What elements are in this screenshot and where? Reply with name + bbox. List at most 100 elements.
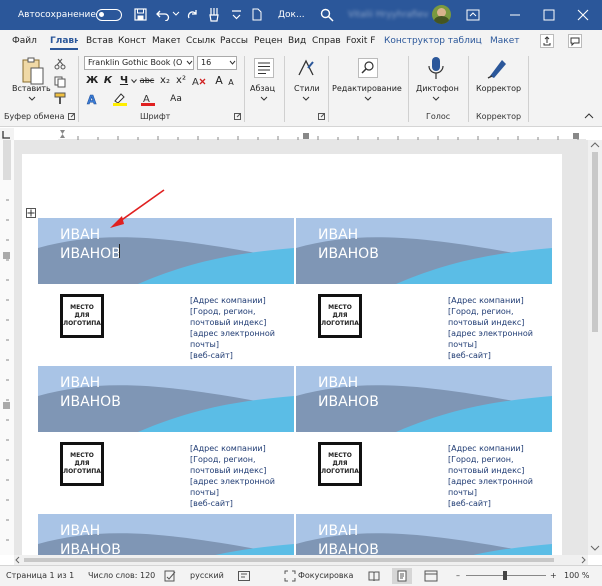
paragraph-dropdown-icon[interactable]: [260, 96, 268, 102]
font-color-icon[interactable]: A: [140, 92, 156, 106]
subscript-button[interactable]: x₂: [158, 74, 172, 88]
dictate-label[interactable]: Диктофон: [416, 84, 459, 93]
tab-layout[interactable]: Макет: [152, 30, 180, 52]
card-name[interactable]: ИВАН ИВАНОВ: [318, 374, 379, 412]
clear-formatting-icon[interactable]: A: [192, 75, 206, 87]
font-name-dropdown-icon[interactable]: [186, 60, 193, 66]
web-layout-icon[interactable]: [424, 570, 438, 582]
vertical-ruler[interactable]: [0, 140, 15, 555]
tab-help[interactable]: Справ: [312, 30, 342, 52]
paste-label[interactable]: Вставить: [12, 84, 51, 93]
paste-dropdown-icon[interactable]: [28, 96, 36, 102]
editor-label[interactable]: Корректор: [476, 84, 521, 93]
highlight-icon[interactable]: [112, 92, 128, 106]
ribbon-display-options-icon[interactable]: [466, 8, 480, 22]
zoom-slider-thumb[interactable]: [503, 571, 507, 580]
tab-foxit[interactable]: Foxit F: [346, 30, 380, 52]
focus-mode[interactable]: Фокусировка: [298, 566, 353, 586]
page-count[interactable]: Страница 1 из 1: [6, 566, 74, 586]
read-mode-icon[interactable]: [368, 570, 380, 582]
vertical-scrollbar[interactable]: [588, 140, 602, 555]
accessibility-icon[interactable]: [238, 571, 250, 581]
font-name-box[interactable]: Franklin Gothic Book (O: [84, 56, 194, 70]
user-avatar[interactable]: [432, 5, 451, 24]
styles-dropdown-icon[interactable]: [302, 96, 310, 102]
search-icon[interactable]: [320, 8, 334, 22]
user-name[interactable]: Vitalii Hryyhrafiev: [348, 0, 428, 30]
font-size-dropdown-icon[interactable]: [229, 60, 236, 66]
editing-dropdown-icon[interactable]: [364, 96, 372, 102]
logo-placeholder[interactable]: МЕСТО ДЛЯ ЛОГОТИПА: [318, 294, 362, 338]
maximize-icon[interactable]: [542, 8, 556, 22]
microphone-icon[interactable]: [428, 56, 444, 80]
close-icon[interactable]: [576, 8, 590, 22]
card-name[interactable]: ИВАН ИВАНОВ: [318, 522, 379, 555]
tab-table-layout[interactable]: Макет: [490, 30, 524, 52]
paste-icon[interactable]: [20, 56, 46, 86]
customize-toolbar-icon[interactable]: [230, 8, 243, 21]
change-case-button[interactable]: Aa: [168, 92, 184, 106]
card-address-block[interactable]: [Адрес компании] [Город, регион, почтовы…: [448, 295, 556, 361]
cut-icon[interactable]: [54, 58, 66, 70]
editing-label[interactable]: Редактирование: [332, 84, 402, 93]
copy-icon[interactable]: [54, 76, 66, 88]
tab-design[interactable]: Конст: [118, 30, 146, 52]
tab-table-design[interactable]: Конструктор таблиц: [384, 30, 484, 52]
card-address-block[interactable]: [Адрес компании] [Город, регион, почтовы…: [448, 443, 556, 509]
paragraph-label[interactable]: Абзац: [250, 84, 275, 93]
logo-placeholder[interactable]: МЕСТО ДЛЯ ЛОГОТИПА: [60, 442, 104, 486]
text-effects-icon[interactable]: A: [86, 92, 102, 106]
logo-placeholder[interactable]: МЕСТО ДЛЯ ЛОГОТИПА: [60, 294, 104, 338]
clipboard-launcher-icon[interactable]: [68, 113, 75, 120]
logo-placeholder[interactable]: МЕСТО ДЛЯ ЛОГОТИПА: [318, 442, 362, 486]
autosave-toggle[interactable]: [96, 9, 122, 21]
word-count[interactable]: Число слов: 120: [88, 566, 155, 586]
proofing-icon[interactable]: [164, 570, 177, 582]
shrink-font-button[interactable]: A: [226, 76, 236, 90]
underline-button[interactable]: Ч: [118, 74, 130, 88]
zoom-in-button[interactable]: +: [550, 566, 557, 586]
tab-mailings[interactable]: Рассы: [220, 30, 250, 52]
minimize-icon[interactable]: [508, 8, 522, 22]
tab-home[interactable]: Главн: [50, 30, 78, 52]
grow-font-button[interactable]: A: [214, 74, 224, 88]
touch-mode-icon[interactable]: [208, 7, 220, 22]
editing-search-icon[interactable]: [358, 58, 378, 78]
tab-references[interactable]: Ссылк: [186, 30, 216, 52]
zoom-level[interactable]: 100 %: [564, 566, 589, 586]
comments-icon[interactable]: [568, 34, 582, 48]
strikethrough-button[interactable]: abc: [138, 74, 156, 88]
save-icon[interactable]: [134, 8, 147, 21]
card-name[interactable]: ИВАН ИВАНОВ: [318, 226, 379, 264]
italic-button[interactable]: К: [102, 74, 114, 88]
tab-file[interactable]: Файл: [12, 30, 42, 52]
font-launcher-icon[interactable]: [234, 113, 241, 120]
focus-icon[interactable]: [284, 570, 296, 582]
share-icon[interactable]: [540, 34, 554, 48]
card-address-block[interactable]: [Адрес компании] [Город, регион, почтовы…: [190, 443, 298, 509]
undo-dropdown-icon[interactable]: [172, 10, 180, 18]
tab-selector-icon[interactable]: [2, 130, 11, 139]
print-layout-icon[interactable]: [396, 570, 408, 582]
card-name[interactable]: ИВАН ИВАНОВ: [60, 522, 121, 555]
redo-icon[interactable]: [186, 8, 200, 21]
tab-review[interactable]: Рецен: [254, 30, 284, 52]
editor-pen-icon[interactable]: [486, 56, 510, 80]
format-painter-icon[interactable]: [54, 92, 67, 105]
styles-launcher-icon[interactable]: [318, 113, 325, 120]
superscript-button[interactable]: x²: [174, 74, 188, 88]
undo-icon[interactable]: [156, 8, 170, 21]
document-page[interactable]: ИВАН ИВАНОВ ИВАН ИВАНОВ МЕСТО ДЛЯ ЛОГОТИ…: [22, 154, 562, 555]
card-name[interactable]: ИВАН ИВАНОВ: [60, 374, 121, 412]
dictate-dropdown-icon[interactable]: [432, 96, 440, 102]
tab-view[interactable]: Вид: [288, 30, 308, 52]
bold-button[interactable]: Ж: [86, 74, 98, 88]
styles-icon[interactable]: [296, 58, 316, 78]
card-address-block[interactable]: [Адрес компании] [Город, регион, почтовы…: [190, 295, 298, 361]
table-move-handle-icon[interactable]: [26, 208, 36, 218]
collapse-ribbon-icon[interactable]: [584, 112, 594, 120]
underline-dropdown-icon[interactable]: [131, 79, 137, 84]
zoom-out-button[interactable]: –: [456, 566, 460, 586]
horizontal-scrollbar[interactable]: [14, 555, 588, 565]
tab-insert[interactable]: Встав: [86, 30, 114, 52]
